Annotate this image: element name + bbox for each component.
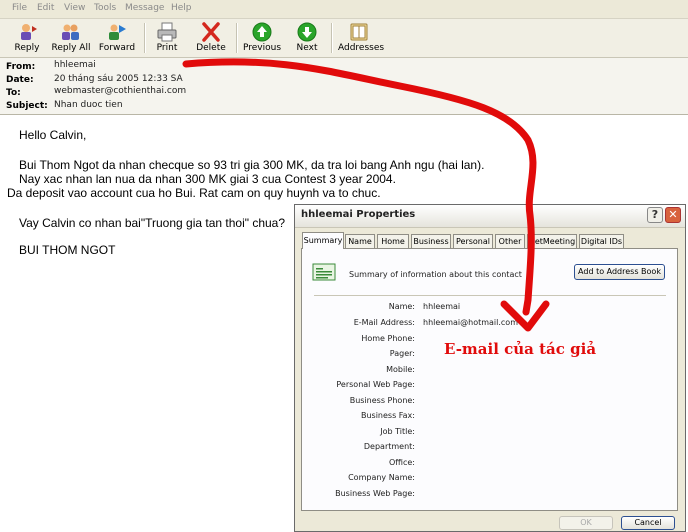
next-icon (297, 22, 317, 42)
menu-help[interactable]: Help (171, 3, 192, 13)
field-label-office: Office: (388, 458, 415, 467)
message-header: From: hhleemai Date: 20 tháng sáu 2005 1… (0, 58, 688, 115)
tab-home[interactable]: Home (377, 234, 409, 248)
forward-label: Forward (98, 43, 136, 53)
close-button[interactable]: ✕ (665, 207, 681, 223)
cancel-button[interactable]: Cancel (621, 516, 675, 530)
panel-divider (314, 295, 666, 296)
tab-name[interactable]: Name (345, 234, 375, 248)
tab-digital-ids[interactable]: Digital IDs (579, 234, 624, 248)
dialog-title-bar[interactable]: hhleemai Properties ? ✕ (295, 205, 685, 228)
reply-icon (21, 24, 37, 40)
delete-label: Delete (196, 43, 226, 53)
print-icon (157, 22, 177, 42)
field-label-business-fax: Business Fax: (360, 411, 415, 420)
previous-button[interactable]: Previous (242, 21, 282, 55)
forward-button[interactable]: Forward (96, 21, 138, 55)
from-value[interactable]: hhleemai (54, 60, 96, 70)
addresses-label: Addresses (338, 43, 385, 53)
help-button[interactable]: ? (647, 207, 663, 223)
to-label: To: (6, 88, 21, 98)
field-value-name: hhleemai (423, 302, 461, 311)
reply-label: Reply (14, 43, 40, 53)
reply-all-button[interactable]: Reply All (50, 21, 92, 55)
field-label-mobile: Mobile: (386, 365, 415, 374)
forward-icon (109, 24, 126, 40)
date-value: 20 tháng sáu 2005 12:33 SA (54, 74, 183, 84)
delete-button[interactable]: Delete (194, 21, 228, 55)
addresses-button[interactable]: Addresses (338, 21, 385, 55)
menu-edit[interactable]: Edit (37, 3, 54, 13)
toolbar-separator (236, 23, 238, 53)
subject-label: Subject: (6, 101, 48, 111)
body-line: Vay Calvin co nhan bai"Truong gia tan th… (19, 216, 286, 230)
reply-button[interactable]: Reply (8, 21, 46, 55)
field-label-department: Department: (363, 442, 415, 451)
tab-other[interactable]: Other (495, 234, 525, 248)
summary-description: Summary of information about this contac… (349, 270, 522, 279)
contact-card-icon (312, 263, 336, 281)
menu-bar: File Edit View Tools Message Help (0, 0, 688, 19)
annotation-label: E-mail của tác giả (444, 340, 597, 358)
reply-all-icon (62, 24, 79, 40)
field-label-email: E-Mail Address: (353, 318, 415, 327)
previous-label: Previous (242, 43, 282, 53)
field-label-business-web-page: Business Web Page: (335, 489, 415, 498)
toolbar: Reply Reply All Forward Print Delete Pre… (0, 19, 688, 58)
reply-all-label: Reply All (51, 43, 91, 53)
print-button[interactable]: Print (150, 21, 184, 55)
ok-button[interactable]: OK (559, 516, 613, 530)
menu-message[interactable]: Message (125, 3, 164, 13)
toolbar-separator (331, 23, 333, 53)
from-label: From: (6, 62, 36, 72)
next-button[interactable]: Next (290, 21, 324, 55)
date-label: Date: (6, 75, 34, 85)
to-value[interactable]: webmaster@cothienthai.com (54, 86, 186, 96)
body-line: Nay xac nhan lan nua da nhan 300 MK giai… (19, 172, 396, 186)
next-label: Next (296, 43, 318, 53)
field-label-company-name: Company Name: (348, 473, 415, 482)
body-greeting: Hello Calvin, (19, 128, 87, 142)
field-label-job-title: Job Title: (380, 427, 415, 436)
tab-netmeeting[interactable]: NetMeeting (527, 234, 577, 248)
properties-dialog: hhleemai Properties ? ✕ Summary Name Hom… (294, 204, 686, 532)
dialog-title: hhleemai Properties (301, 209, 416, 220)
field-label-pager: Pager: (389, 349, 415, 358)
field-label-business-phone: Business Phone: (349, 396, 415, 405)
body-line: Bui Thom Ngot da nhan checque so 93 tri … (19, 158, 485, 172)
body-line: Da deposit vao account cua ho Bui. Rat c… (7, 186, 381, 200)
menu-view[interactable]: View (64, 3, 85, 13)
tab-personal[interactable]: Personal (453, 234, 493, 248)
field-value-email: hhleemai@hotmail.com (423, 318, 518, 327)
print-label: Print (156, 43, 178, 53)
addresses-icon (350, 23, 368, 41)
delete-icon (202, 22, 220, 42)
menu-tools[interactable]: Tools (94, 3, 116, 13)
summary-panel: Summary of information about this contac… (301, 248, 678, 511)
add-to-address-book-button[interactable]: Add to Address Book (574, 264, 665, 280)
tab-business[interactable]: Business (411, 234, 451, 248)
subject-value: Nhan duoc tien (54, 100, 123, 110)
tab-summary[interactable]: Summary (302, 232, 344, 249)
field-label-personal-web-page: Personal Web Page: (336, 380, 415, 389)
previous-icon (252, 22, 272, 42)
field-label-name: Name: (388, 302, 415, 311)
field-label-home-phone: Home Phone: (361, 334, 415, 343)
toolbar-separator (144, 23, 146, 53)
menu-file[interactable]: File (12, 3, 27, 13)
body-signature: BUI THOM NGOT (19, 243, 116, 257)
